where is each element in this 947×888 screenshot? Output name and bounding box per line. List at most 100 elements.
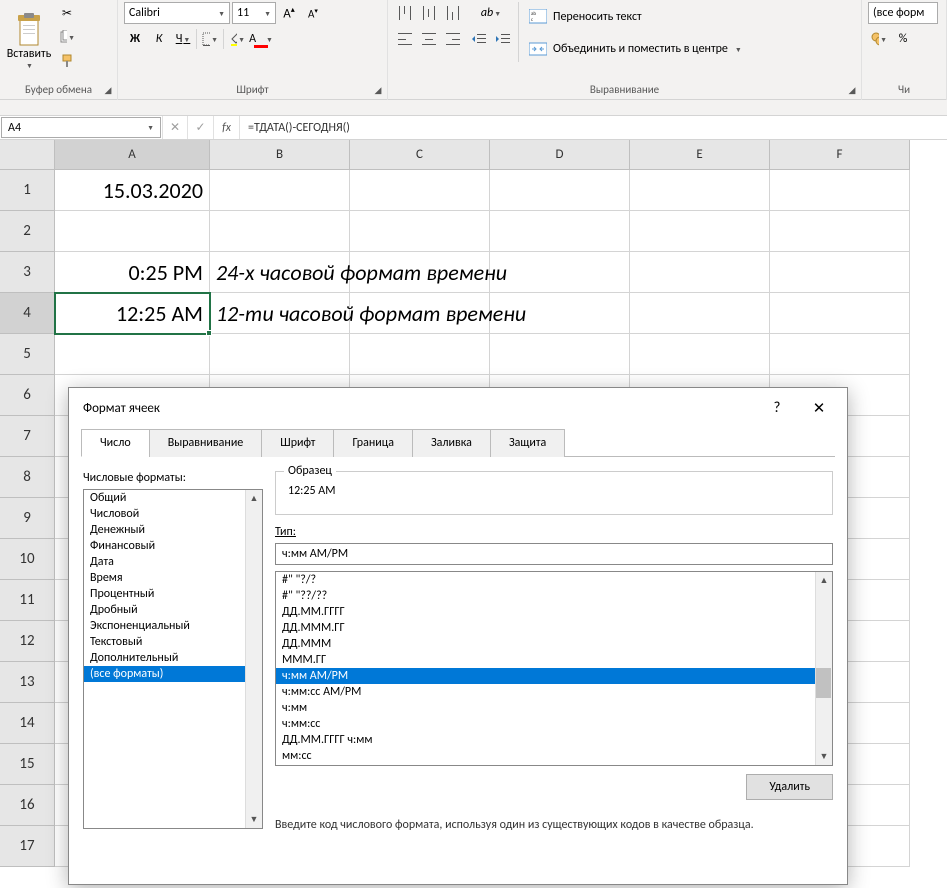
category-item[interactable]: Общий [84, 490, 262, 506]
align-right-button[interactable] [442, 28, 464, 50]
format-item[interactable]: мм:сс [276, 748, 832, 764]
scroll-down-icon[interactable]: ▼ [816, 748, 832, 765]
cell-B3[interactable]: 24-х часовой формат времени [210, 252, 350, 293]
category-item[interactable]: Дробный [84, 602, 262, 618]
orientation-button[interactable]: ab▼ [480, 2, 502, 24]
cell-F2[interactable] [770, 211, 910, 252]
align-left-button[interactable] [394, 28, 416, 50]
format-item[interactable]: ч:мм:сс AM/PM [276, 684, 832, 700]
borders-button[interactable]: ▼ [199, 28, 221, 50]
font-launcher[interactable]: ◢ [371, 83, 385, 97]
alignment-launcher[interactable]: ◢ [845, 83, 859, 97]
col-header-A[interactable]: A [55, 140, 210, 170]
format-item[interactable]: МММ.ГГ [276, 652, 832, 668]
format-item[interactable]: ДД.МММ [276, 636, 832, 652]
row-header-3[interactable]: 3 [0, 252, 55, 293]
format-item[interactable]: ДД.ММ.ГГГГ ч:мм [276, 732, 832, 748]
name-box[interactable]: A4▼ [1, 117, 161, 138]
row-header-10[interactable]: 10 [0, 539, 55, 580]
tab-border[interactable]: Граница [333, 429, 413, 457]
font-size-combo[interactable]: 11▼ [232, 2, 276, 24]
cell-E3[interactable] [630, 252, 770, 293]
row-header-9[interactable]: 9 [0, 498, 55, 539]
row-header-7[interactable]: 7 [0, 416, 55, 457]
fill-color-button[interactable]: ▼ [226, 28, 248, 50]
cell-A1[interactable]: 15.03.2020 [55, 170, 210, 211]
fill-handle[interactable] [206, 330, 212, 336]
cancel-formula-button[interactable]: ✕ [162, 116, 188, 139]
row-header-13[interactable]: 13 [0, 662, 55, 703]
format-item[interactable]: ч:мм [276, 700, 832, 716]
format-item[interactable]: ДД.МММ.ГГ [276, 620, 832, 636]
row-header-8[interactable]: 8 [0, 457, 55, 498]
col-header-C[interactable]: C [350, 140, 490, 170]
format-item[interactable]: ДД.ММ.ГГГГ [276, 604, 832, 620]
cell-A4[interactable]: 12:25 AM [55, 293, 210, 334]
dialog-close-button[interactable]: ✕ [805, 398, 833, 418]
format-list[interactable]: #" "?/? #" "??/?? ДД.ММ.ГГГГ ДД.МММ.ГГ Д… [275, 571, 833, 766]
row-header-2[interactable]: 2 [0, 211, 55, 252]
dialog-help-button[interactable]: ? [763, 398, 791, 418]
col-header-B[interactable]: B [210, 140, 350, 170]
format-painter-button[interactable] [56, 50, 78, 72]
category-item[interactable]: Текстовый [84, 634, 262, 650]
tab-fill[interactable]: Заливка [412, 429, 491, 457]
tab-alignment[interactable]: Выравнивание [149, 429, 263, 457]
align-top-button[interactable] [394, 2, 416, 24]
align-bottom-button[interactable] [442, 2, 464, 24]
cell-E4[interactable] [630, 293, 770, 334]
type-input[interactable]: ч:мм AM/PM [275, 543, 833, 565]
cell-C1[interactable] [350, 170, 490, 211]
row-header-4[interactable]: 4 [0, 293, 55, 334]
col-header-F[interactable]: F [770, 140, 910, 170]
currency-button[interactable]: ▼ [868, 28, 890, 50]
font-name-combo[interactable]: Calibri▼ [124, 2, 230, 24]
underline-button[interactable]: Ч▼ [172, 28, 194, 50]
category-item[interactable]: Числовой [84, 506, 262, 522]
fx-button[interactable]: fx [214, 116, 240, 139]
categories-list[interactable]: Общий Числовой Денежный Финансовый Дата … [83, 489, 263, 829]
increase-indent-button[interactable] [492, 28, 514, 50]
copy-button[interactable]: ▼ [56, 26, 78, 48]
formula-input[interactable]: =ТДАТА()-СЕГОДНЯ() [240, 116, 947, 139]
format-item[interactable]: ч:мм:сс [276, 716, 832, 732]
number-format-combo[interactable]: (все форм [868, 2, 938, 24]
category-item[interactable]: Финансовый [84, 538, 262, 554]
align-middle-button[interactable] [418, 2, 440, 24]
scroll-thumb[interactable] [816, 668, 831, 698]
row-header-15[interactable]: 15 [0, 744, 55, 785]
category-item[interactable]: Денежный [84, 522, 262, 538]
align-center-button[interactable] [418, 28, 440, 50]
category-item[interactable]: Процентный [84, 586, 262, 602]
scroll-down-icon[interactable]: ▼ [246, 811, 262, 828]
row-header-17[interactable]: 17 [0, 826, 55, 867]
cell-D2[interactable] [490, 211, 630, 252]
percent-button[interactable]: % [892, 28, 914, 50]
cell-B4[interactable]: 12-ти часовой формат времени [210, 293, 350, 334]
cell-D1[interactable] [490, 170, 630, 211]
bold-button[interactable]: Ж [124, 28, 146, 50]
cell-E1[interactable] [630, 170, 770, 211]
cell-F4[interactable] [770, 293, 910, 334]
row-header-14[interactable]: 14 [0, 703, 55, 744]
format-item[interactable]: ч:мм AM/PM [276, 668, 832, 684]
row-header-1[interactable]: 1 [0, 170, 55, 211]
category-item[interactable]: Время [84, 570, 262, 586]
italic-button[interactable]: К [148, 28, 170, 50]
format-item[interactable]: #" "?/? [276, 572, 832, 588]
tab-number[interactable]: Число [81, 429, 150, 457]
cell-A3[interactable]: 0:25 PM [55, 252, 210, 293]
cell-D3[interactable] [490, 252, 630, 293]
wrap-text-button[interactable]: abc Переносить текст [523, 2, 648, 32]
delete-format-button[interactable]: Удалить [746, 774, 833, 800]
cut-button[interactable]: ✂ [56, 2, 78, 24]
format-item[interactable]: #" "??/?? [276, 588, 832, 604]
category-item[interactable]: Дата [84, 554, 262, 570]
select-all-corner[interactable] [0, 140, 55, 170]
category-item[interactable]: Дополнительный [84, 650, 262, 666]
decrease-font-button[interactable]: A▾ [302, 2, 324, 24]
category-item[interactable]: (все форматы) [84, 666, 262, 682]
category-item[interactable]: Экспоненциальный [84, 618, 262, 634]
row-header-6[interactable]: 6 [0, 375, 55, 416]
cell-C2[interactable] [350, 211, 490, 252]
